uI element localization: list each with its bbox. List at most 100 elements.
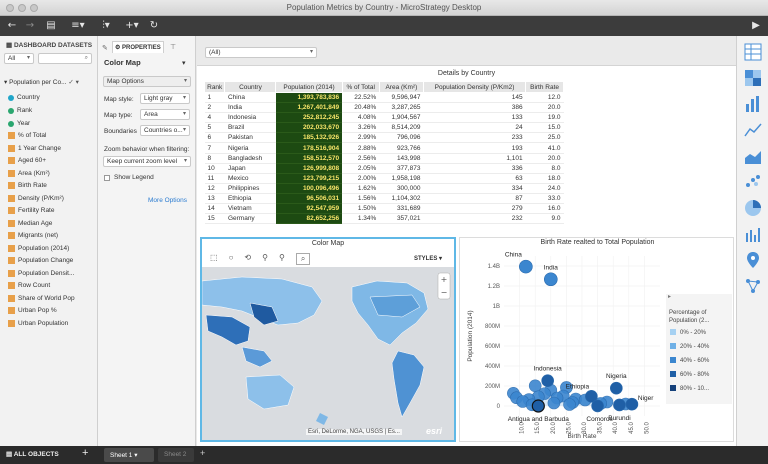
- metric-item[interactable]: Urban Pop %: [8, 305, 57, 316]
- area-chart-icon[interactable]: [743, 146, 763, 166]
- add-dataset-icon[interactable]: +: [82, 447, 88, 459]
- heatmap-viz-icon[interactable]: [743, 68, 763, 88]
- x-tick-label: 40.0: [613, 422, 619, 434]
- styles-menu[interactable]: STYLES ▾: [414, 255, 442, 262]
- rectangle-select-icon[interactable]: ⬚: [210, 253, 218, 265]
- lasso-select-icon[interactable]: ⟲: [244, 253, 251, 265]
- world-map[interactable]: + −: [202, 267, 454, 440]
- table-row[interactable]: 7 Nigeria 178,516,904 2.88% 923,766 193 41.0: [204, 142, 564, 154]
- table-cell: 82,652,256: [275, 213, 343, 225]
- column-header[interactable]: % of Total: [341, 81, 380, 93]
- country-filter-select[interactable]: (All) ▾: [205, 47, 317, 58]
- filter-icon[interactable]: ⊤: [170, 43, 176, 51]
- table-row[interactable]: 1 China 1,393,783,836 22.52% 9,596,947 145 12.…: [204, 92, 564, 104]
- column-header[interactable]: Rank: [203, 81, 226, 93]
- color-map-panel[interactable]: Color Map ⬚ ○ ⟲ ⚲ ⚲ ⌕ STYLES ▾ + − Esri,…: [200, 237, 456, 442]
- forward-arrow-icon[interactable]: →: [24, 19, 36, 33]
- bubble-chart[interactable]: 0 200M 400M 600M 800M 1B 1.2B 1.4B 10.0 15.0 20.0 2…: [460, 238, 735, 441]
- edit-icon[interactable]: ✎: [102, 44, 108, 52]
- boundaries-select[interactable]: Countries o... ▾: [140, 125, 190, 136]
- table-row[interactable]: 13 Ethiopia 96,506,031 1.56% 1,104,302 87 33.0: [204, 193, 564, 205]
- metric-item[interactable]: 1 Year Change: [8, 143, 61, 154]
- table-row[interactable]: 8 Bangladesh 158,512,570 2.56% 143,998 1,101 2…: [204, 153, 564, 164]
- show-legend-checkbox[interactable]: [104, 175, 110, 181]
- metric-item[interactable]: Population Densit...: [8, 268, 74, 279]
- table-row[interactable]: 10 Japan 126,999,808 2.05% 377,873 336 8.0: [204, 163, 564, 174]
- attribute-item[interactable]: Year: [8, 118, 30, 129]
- bubble-chart-panel[interactable]: Birth Rate realted to Total Population 0…: [459, 237, 734, 442]
- save-icon[interactable]: ▤: [44, 19, 58, 33]
- data-menu-icon[interactable]: ≡▾: [68, 19, 88, 33]
- table-row[interactable]: 5 Brazil 202,033,670 3.26% 8,514,209 24 15.0: [204, 122, 564, 134]
- map-options-select[interactable]: Map Options ▾: [103, 76, 191, 87]
- table-row[interactable]: 14 Vietnam 92,547,959 1.50% 331,689 279 16.0: [204, 203, 564, 215]
- metric-item[interactable]: Aged 60+: [8, 155, 46, 166]
- map-type-select[interactable]: Area ▾: [140, 109, 190, 120]
- insert-visualization-icon[interactable]: ⫶▾: [96, 19, 116, 33]
- datasets-search-input[interactable]: ⌕: [38, 53, 92, 64]
- back-arrow-icon[interactable]: ←: [6, 19, 18, 33]
- line-chart-icon[interactable]: [743, 120, 763, 140]
- present-icon[interactable]: ▶: [750, 19, 762, 33]
- metric-icon: [8, 207, 15, 214]
- add-menu-icon[interactable]: +▾: [122, 19, 142, 33]
- combo-chart-icon[interactable]: [743, 224, 763, 244]
- table-row[interactable]: 15 Germany 82,652,256 1.34% 357,021 232 9.0: [204, 213, 564, 225]
- map-search-icon[interactable]: ⌕: [295, 253, 311, 265]
- table-cell: 1,104,302: [379, 193, 424, 205]
- attribute-label: Country: [17, 94, 40, 101]
- tab-sheet-2[interactable]: Sheet 2: [158, 448, 194, 462]
- metric-item[interactable]: Median Age: [8, 218, 52, 229]
- metric-item[interactable]: Share of World Pop: [8, 293, 75, 304]
- metric-item[interactable]: Urban Population: [8, 318, 68, 329]
- more-options-link[interactable]: More Options: [148, 197, 187, 204]
- metric-item[interactable]: Density (P/Km²): [8, 193, 64, 204]
- pin-icon[interactable]: ⚲: [262, 253, 268, 265]
- all-objects-button[interactable]: ▤ ALL OBJECTS: [6, 450, 59, 458]
- metric-label: Density (P/Km²): [18, 194, 64, 202]
- table-row[interactable]: 6 Pakistan 185,132,926 2.99% 796,096 233 25.0: [204, 132, 564, 144]
- point-label: Niger: [638, 395, 654, 402]
- bar-chart-icon[interactable]: [743, 94, 763, 114]
- grid-viz-icon[interactable]: [743, 42, 763, 62]
- metric-item[interactable]: Population (2014): [8, 243, 69, 254]
- column-header[interactable]: Population Density (P/Km2): [422, 81, 527, 93]
- scatter-chart-icon[interactable]: [743, 172, 763, 192]
- column-header[interactable]: Birth Rate: [525, 81, 564, 93]
- network-viz-icon[interactable]: [743, 276, 763, 296]
- collapse-icon[interactable]: ▾: [182, 59, 186, 67]
- table-row[interactable]: 2 India 1,267,401,849 20.48% 3,287,265 386 20.…: [204, 102, 564, 114]
- column-header[interactable]: Country: [224, 81, 277, 93]
- metric-item[interactable]: Row Count: [8, 280, 50, 291]
- attribute-item[interactable]: Country: [8, 92, 40, 103]
- metric-item[interactable]: Migrants (net): [8, 230, 58, 241]
- metric-item[interactable]: % of Total: [8, 130, 46, 141]
- attribute-icon: [8, 107, 14, 114]
- point-label: Burundi: [608, 415, 630, 422]
- tab-properties[interactable]: ⚙ PROPERTIES: [112, 41, 164, 53]
- multi-pin-icon[interactable]: ⚲: [279, 253, 285, 265]
- zoom-behavior-select[interactable]: Keep current zoom level ▾: [103, 156, 191, 167]
- pie-chart-icon[interactable]: [743, 198, 763, 218]
- metric-item[interactable]: Area (Km²): [8, 168, 50, 179]
- refresh-icon[interactable]: ↻: [148, 19, 160, 33]
- metric-item[interactable]: Birth Rate: [8, 180, 47, 191]
- dataset-title[interactable]: ▾ Population per Co... ✓ ▾: [4, 78, 79, 86]
- metric-item[interactable]: Population Change: [8, 255, 73, 266]
- table-row[interactable]: 12 Philippines 100,096,496 1.62% 300,000 334 2…: [204, 183, 564, 194]
- table-row[interactable]: 11 Mexico 123,799,215 2.00% 1,958,198 63 18.0: [204, 173, 564, 184]
- datasets-filter-select[interactable]: All ▾: [4, 53, 34, 64]
- add-sheet-button[interactable]: +: [200, 448, 205, 458]
- dataset-options-icon[interactable]: ✓ ▾: [68, 79, 79, 86]
- column-header[interactable]: Population (2014): [275, 81, 343, 93]
- attribute-item[interactable]: Rank: [8, 105, 32, 116]
- metric-item[interactable]: Fertility Rate: [8, 205, 54, 216]
- map-viz-icon[interactable]: [743, 250, 763, 270]
- tab-sheet-1[interactable]: Sheet 1 ▾: [104, 448, 154, 462]
- map-style-select[interactable]: Light gray ▾: [140, 93, 190, 104]
- circle-select-icon[interactable]: ○: [229, 253, 234, 265]
- gear-icon: ⚙: [115, 45, 123, 51]
- column-header[interactable]: Area (Km²): [378, 81, 424, 93]
- table-row[interactable]: 4 Indonesia 252,812,245 4.08% 1,904,567 133 19…: [204, 112, 564, 124]
- point-label: Ethiopia: [566, 383, 590, 390]
